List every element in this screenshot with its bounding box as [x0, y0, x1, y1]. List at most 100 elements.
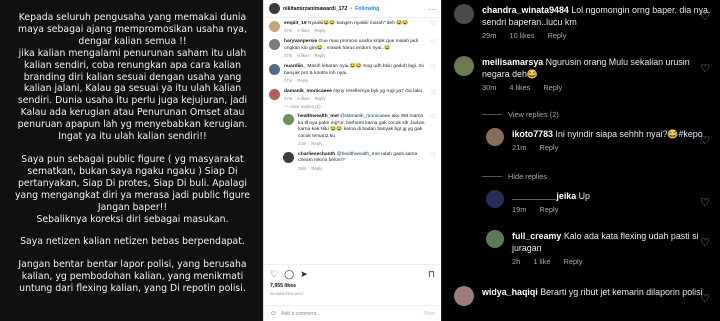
comment-time: 27m [284, 53, 293, 59]
reply-button[interactable]: Reply [315, 53, 326, 58]
heart-icon[interactable]: ♡ [700, 292, 710, 305]
comment-list: empiit_19 Nyaiiiiii😂😂 kangen nyaiiiiii m… [264, 18, 441, 171]
heart-icon[interactable]: ♡ [431, 152, 436, 171]
view-replies-label[interactable]: View replies (2) [508, 110, 559, 119]
comment-username[interactable]: ikoto7783 [512, 129, 553, 139]
more-options-icon[interactable]: ... [429, 5, 436, 12]
add-comment-bar: ☺ Add a comment... Post [264, 305, 441, 321]
story-text-panel: Kepada seluruh pengusaha yang memakai du… [0, 0, 263, 321]
hide-replies-label[interactable]: Hide replies [508, 172, 547, 181]
reply-button[interactable]: Reply [311, 141, 322, 146]
reply-button[interactable]: Reply [539, 205, 558, 214]
reply-button[interactable]: Reply [315, 96, 326, 101]
comment-input[interactable]: Add a comment... [281, 311, 320, 317]
comment-text: Berarti yg ribut jet kemarin dilaporin p… [540, 287, 703, 297]
heart-icon[interactable]: ♡ [270, 269, 278, 280]
comment-likes[interactable]: 4 likes [509, 83, 530, 92]
heart-icon[interactable]: ♡ [700, 10, 710, 23]
mention-link[interactable]: @damanik_monicaeee [340, 114, 390, 119]
comment-likes[interactable]: 2 likes [297, 96, 309, 101]
story-paragraph-2: Saya pun sebagai public figure ( yg masy… [15, 153, 250, 225]
post-username[interactable]: nikitamirzanimawardi_172 [283, 6, 347, 12]
heart-icon[interactable]: ♡ [431, 114, 436, 146]
divider [482, 114, 502, 115]
comment-item: haryvanpersie Gue mau promosi usaha krip… [269, 39, 436, 58]
post-header: nikitamirzanimawardi_172 • Following ... [264, 0, 441, 18]
comment-username[interactable]: nuardiin_ [284, 64, 306, 69]
comment-username[interactable]: empiit_19 [284, 21, 307, 26]
reply-comment-item: full_creamy Kalo ada kata flexing udah p… [486, 230, 716, 266]
hashtag-link[interactable]: #kepo [678, 129, 702, 139]
story-paragraph-1: Kepada seluruh pengusaha yang memakai du… [17, 12, 248, 143]
emoji-icon[interactable]: ☺ [270, 310, 277, 317]
story-paragraph-4: Jangan bentar bentar lapor polisi, yang … [18, 259, 247, 295]
comment-username[interactable]: chandra_winata9484 [482, 5, 569, 15]
reply-button[interactable]: Reply [564, 257, 583, 266]
reply-comment-item: _________jeika Up 19m Reply ♡ [486, 190, 716, 214]
comment-item: damanik_monicaeee Nyny resellernya byk y… [269, 89, 436, 101]
comment-text: Up [578, 191, 590, 201]
divider [482, 176, 502, 177]
comment-time: 30m [482, 83, 497, 92]
comment-likes[interactable]: 1 like [533, 257, 550, 266]
heart-icon[interactable]: ♡ [431, 39, 436, 58]
avatar[interactable] [269, 89, 280, 101]
view-replies-button[interactable]: View replies (2) [482, 110, 559, 119]
avatar[interactable] [454, 56, 474, 76]
story-paragraph-3: Saya netizen kalian netizen bebas berpen… [20, 236, 245, 248]
comment-time: 27m [284, 28, 293, 34]
post-button[interactable]: Post [424, 311, 435, 317]
following-button[interactable]: Following [355, 6, 379, 12]
dark-comments-panel: chandra_winata9484 Lol ngomongin orng ba… [441, 0, 720, 321]
reply-comment-item: ikoto7783 Ini nyindir siapa sehhh nyai?😂… [486, 128, 716, 152]
comment-username[interactable]: meilisamarsya [482, 57, 543, 67]
comment-likes[interactable]: 6 likes [297, 53, 309, 58]
comment-username[interactable]: damanik_monicaeee [284, 89, 332, 94]
reply-button[interactable]: Reply [315, 28, 326, 33]
avatar[interactable] [269, 21, 280, 32]
comment-username[interactable]: full_creamy [512, 231, 561, 241]
comment-username[interactable]: charliesechanth [298, 152, 335, 157]
comment-item: nuardiin_ Masih lebaran nyai 😂😂 Kog udh … [269, 64, 436, 83]
comment-text: Nyny resellernya byk yg rugi ya? Ga laku [333, 89, 423, 95]
comment-username[interactable]: _________jeika [512, 191, 576, 201]
avatar[interactable] [269, 39, 280, 51]
heart-icon[interactable]: ♡ [700, 196, 710, 209]
heart-icon[interactable]: ♡ [700, 134, 710, 147]
comment-likes[interactable]: 10 likes [509, 31, 534, 40]
heart-icon[interactable]: ♡ [431, 89, 436, 101]
comment-likes[interactable]: 4 likes [297, 28, 309, 33]
heart-icon[interactable]: ♡ [431, 21, 436, 33]
share-icon[interactable]: ➤ [300, 269, 308, 280]
reply-button[interactable]: Reply [297, 78, 308, 83]
avatar[interactable] [486, 190, 504, 208]
likes-count[interactable]: 7,955 likes [270, 283, 435, 289]
reply-button[interactable]: Reply [547, 31, 566, 40]
avatar[interactable] [283, 114, 294, 126]
heart-icon[interactable]: ♡ [700, 62, 710, 75]
avatar[interactable] [283, 152, 294, 164]
comment-icon[interactable]: ◯ [284, 269, 294, 280]
comment-time: 2h [512, 257, 521, 266]
avatar[interactable] [486, 230, 504, 248]
reply-button[interactable]: Reply [539, 143, 558, 152]
bookmark-icon[interactable]: ⊓ [428, 269, 435, 280]
hide-replies-button[interactable]: Hide replies [482, 172, 547, 181]
comment-time: 27m [284, 96, 293, 102]
comment-item: empiit_19 Nyaiiiiii😂😂 kangen nyaiiiiii m… [269, 21, 436, 33]
avatar[interactable] [454, 4, 474, 24]
avatar[interactable] [269, 3, 280, 14]
view-replies-button[interactable]: — View replies (2) [284, 104, 436, 109]
heart-icon[interactable]: ♡ [431, 64, 436, 83]
avatar[interactable] [269, 64, 280, 76]
comment-item: meilisamarsya Ngurusin orang Mulu sekali… [454, 56, 716, 92]
reply-button[interactable]: Reply [311, 166, 322, 171]
comment-username[interactable]: haryvanpersie [284, 39, 317, 44]
heart-icon[interactable]: ♡ [700, 236, 710, 249]
mention-link[interactable]: @healthwealth_mel [337, 152, 380, 157]
avatar[interactable] [454, 286, 474, 306]
avatar[interactable] [486, 128, 504, 146]
comment-username[interactable]: widya_haqiqi [482, 287, 538, 297]
comment-username[interactable]: healthwealth_mel [298, 114, 339, 119]
reply-button[interactable]: Reply [543, 83, 562, 92]
